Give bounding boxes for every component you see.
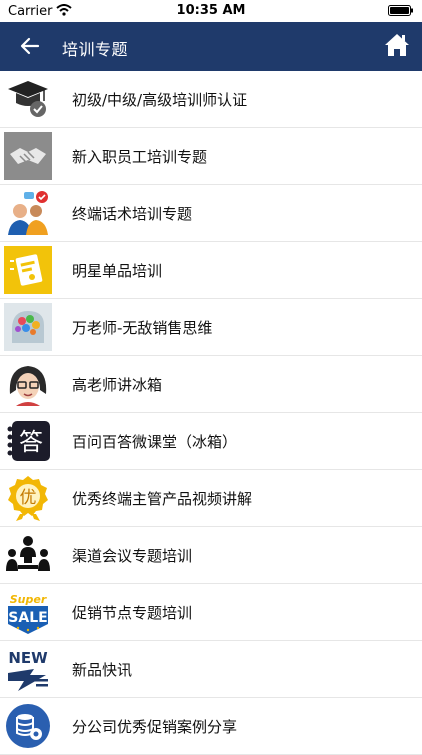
database-gear-icon [4,702,52,750]
list-item-label: 新品快讯 [72,661,133,679]
excellence-medal-icon: 优 [4,474,52,522]
list-item[interactable]: 新入职员工培训专题 [0,128,422,185]
navigation-bar: 培训专题 [0,22,422,71]
sale-super-text: Super [10,593,47,606]
answer-glyph: 答 [19,428,43,456]
list-item[interactable]: 分公司优秀促销案例分享 [0,698,422,755]
list-item-label: 新入职员工培训专题 [72,148,208,166]
list-item[interactable]: 万老师-无敌销售思维 [0,299,422,356]
product-card-icon [4,246,52,294]
teacher-avatar-icon [4,360,52,408]
list-item[interactable]: NEW 新品快讯 [0,641,422,698]
topic-list: 初级/中级/高级培训师认证 新入职员工培训专题 终端话术培训专题 明星单品培训 … [0,71,422,755]
list-item[interactable]: 初级/中级/高级培训师认证 [0,71,422,128]
list-item[interactable]: 高老师讲冰箱 [0,356,422,413]
list-item[interactable]: 答 百问百答微课堂（冰箱） [0,413,422,470]
brain-icon [4,303,52,351]
list-item-label: 高老师讲冰箱 [72,376,163,394]
list-item-label: 优秀终端主管产品视频讲解 [72,490,253,508]
new-text: NEW [8,649,48,667]
home-icon[interactable] [384,32,410,58]
list-item[interactable]: 终端话术培训专题 [0,185,422,242]
list-item-label: 终端话术培训专题 [72,205,193,223]
clock: 10:35 AM [176,3,246,18]
sale-badge-icon: Super SALE [4,588,52,636]
sale-main-text: SALE [8,610,47,626]
list-item[interactable]: 明星单品培训 [0,242,422,299]
new-flash-icon: NEW [4,645,52,693]
list-item-label: 万老师-无敌销售思维 [72,319,213,337]
list-item-label: 百问百答微课堂（冰箱） [72,433,238,451]
list-item[interactable]: Super SALE 促销节点专题培训 [0,584,422,641]
list-item-label: 明星单品培训 [72,262,163,280]
graduation-cap-icon [4,75,52,123]
people-chat-icon [4,189,52,237]
answer-badge-icon: 答 [4,417,52,465]
list-item-label: 初级/中级/高级培训师认证 [72,91,248,109]
list-item-label: 分公司优秀促销案例分享 [72,718,238,736]
battery-icon [388,5,413,16]
status-bar: Carrier 10:35 AM [0,0,422,22]
list-item-label: 促销节点专题培训 [72,604,193,622]
list-item-label: 渠道会议专题培训 [72,547,193,565]
list-item[interactable]: 优 优秀终端主管产品视频讲解 [0,470,422,527]
list-item[interactable]: 渠道会议专题培训 [0,527,422,584]
excellence-glyph: 优 [20,488,37,508]
meeting-icon [4,531,52,579]
page-title: 培训专题 [62,40,129,59]
handshake-icon [4,132,52,180]
back-arrow-icon[interactable] [18,34,42,58]
